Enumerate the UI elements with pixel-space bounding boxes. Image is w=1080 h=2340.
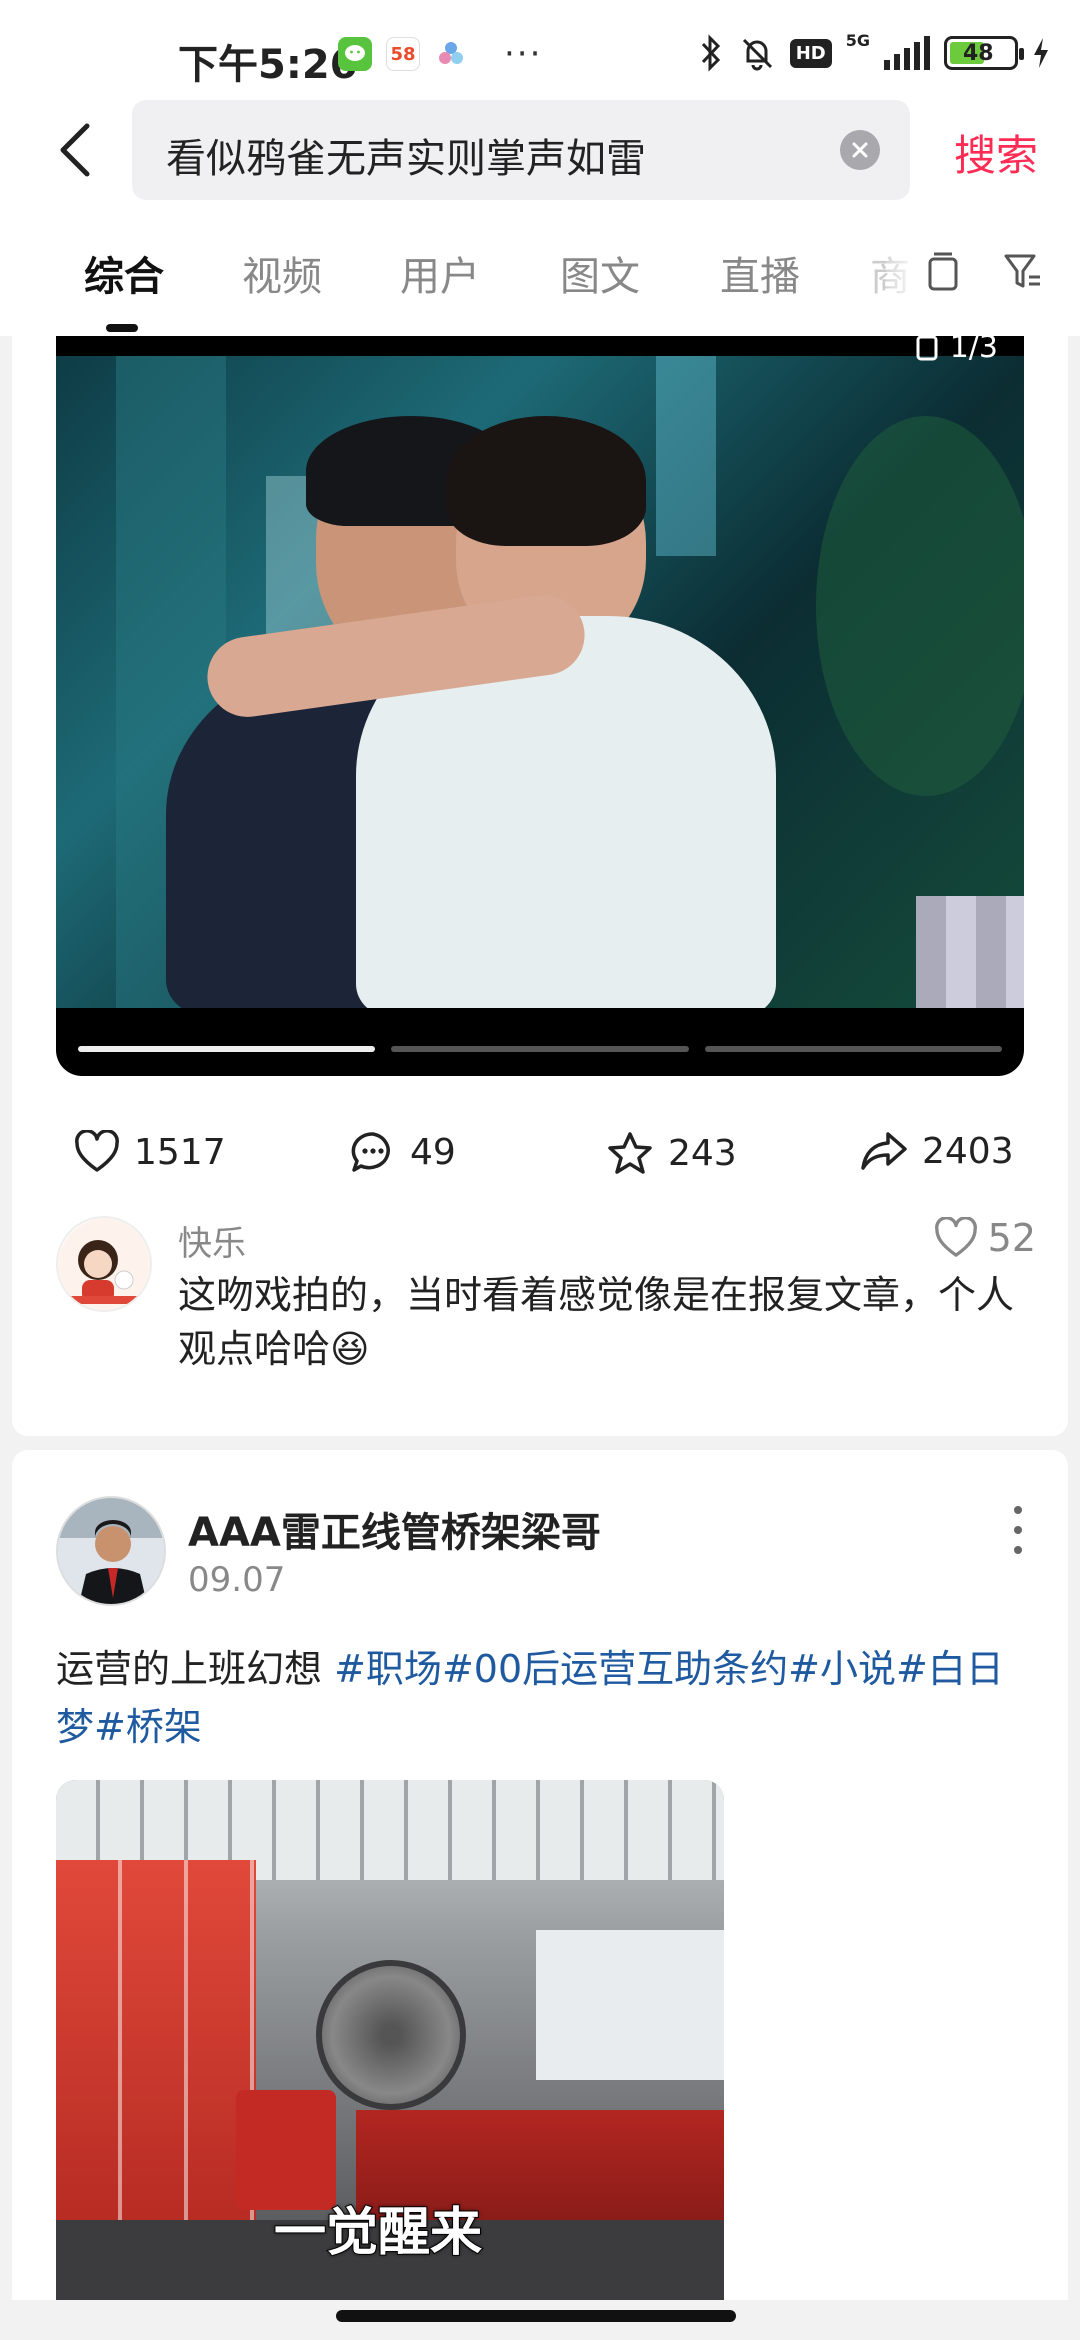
layout-icon [928, 252, 958, 291]
bluetooth-icon [701, 34, 720, 72]
layout-toggle-button[interactable] [918, 246, 968, 296]
comment-count: 49 [410, 1131, 456, 1173]
favorite-count: 243 [668, 1132, 737, 1174]
avatar[interactable] [56, 1496, 166, 1606]
heart-icon [934, 1217, 977, 1257]
post-text: 运营的上班幻想 #职场#00后运营互助条约#小说#白日梦#桥架 [56, 1640, 1036, 1756]
tab-comprehensive[interactable]: 综合 [84, 244, 164, 302]
notification-icons: 58 ··· [338, 34, 542, 74]
battery-icon: 48 [944, 36, 1024, 70]
carousel-segment [704, 1046, 1002, 1052]
heart-icon [75, 1130, 119, 1172]
laughing-emoji: 😆 [330, 1327, 370, 1371]
more-notifications-icon: ··· [504, 34, 543, 74]
filter-button[interactable] [998, 246, 1048, 296]
clear-search-button[interactable] [840, 130, 880, 170]
search-header: 看似鸦雀无声实则掌声如雷 搜索 [0, 100, 1080, 200]
favorite-button[interactable]: 243 [606, 1130, 737, 1176]
more-icon-dot [1014, 1526, 1022, 1534]
post-date: 09.07 [188, 1560, 286, 1600]
search-query-text: 看似鸦雀无声实则掌声如雷 [166, 136, 646, 182]
status-bar: 下午5:26 58 ··· HD 5G 48 [0, 0, 1080, 110]
search-button[interactable]: 搜索 [954, 122, 1038, 183]
more-icon-dot [1014, 1506, 1022, 1514]
more-options-button[interactable] [1008, 1506, 1028, 1554]
back-arrow-icon [60, 123, 90, 177]
share-button[interactable]: 2403 [860, 1130, 1014, 1172]
comment-username[interactable]: 快乐 [178, 1216, 246, 1265]
hashtag[interactable]: #桥架 [94, 1705, 202, 1749]
mute-bell-icon [742, 38, 772, 71]
search-input[interactable]: 看似鸦雀无声实则掌声如雷 [132, 100, 910, 200]
close-icon [852, 142, 868, 158]
hashtag[interactable]: #小说 [788, 1647, 896, 1691]
hashtag[interactable]: #00后运营互助条约 [442, 1647, 788, 1691]
comment-button[interactable]: 49 [350, 1130, 456, 1174]
hd-badge: HD [789, 38, 832, 68]
post-card[interactable]: AAA雷正线管桥架梁哥 09.07 运营的上班幻想 #职场#00后运营互助条约#… [12, 1450, 1068, 2300]
tab-users[interactable]: 用户 [400, 244, 480, 302]
like-count: 1517 [134, 1131, 226, 1173]
charging-icon [1034, 38, 1048, 68]
home-indicator[interactable] [336, 2310, 736, 2322]
carousel-segment [78, 1046, 376, 1052]
battery-level: 48 [963, 40, 994, 66]
video-caption: 一觉醒来 [273, 2202, 483, 2264]
avatar[interactable] [56, 1216, 152, 1312]
post-card[interactable]: 1/3 1517 49 243 2403 快乐 52 这吻戏拍的，当时看着感觉像… [12, 336, 1068, 1436]
more-icon-dot [1014, 1546, 1022, 1554]
tab-video[interactable]: 视频 [242, 244, 322, 302]
comment-body: 这吻戏拍的，当时看着感觉像是在报复文章，个人观点哈哈 [178, 1273, 1015, 1371]
network-type: 5G [845, 31, 870, 50]
carousel-progress [78, 1046, 1002, 1052]
wechat-icon [338, 37, 372, 71]
search-tabs: 综合 视频 用户 图文 直播 商 [0, 200, 1080, 336]
post-photo [56, 356, 1024, 1008]
comment-text: 这吻戏拍的，当时看着感觉像是在报复文章，个人观点哈哈😆 [178, 1268, 1018, 1376]
carousel-segment [391, 1046, 689, 1052]
comment-like-count: 52 [987, 1216, 1036, 1260]
back-button[interactable] [44, 118, 104, 182]
share-icon [861, 1132, 907, 1170]
app-58-icon: 58 [386, 37, 420, 71]
image-counter: 1/3 [949, 336, 998, 365]
gallery-icon [916, 336, 938, 360]
tab-image-text[interactable]: 图文 [560, 244, 640, 302]
status-time: 下午5:26 [178, 42, 358, 88]
post-video-thumbnail[interactable]: 一觉醒来 [56, 1780, 724, 2300]
tab-live[interactable]: 直播 [720, 244, 800, 302]
gesture-bar [0, 2300, 1080, 2340]
comment-icon [351, 1132, 390, 1172]
comment-like-button[interactable]: 52 [934, 1216, 1036, 1260]
like-button[interactable]: 1517 [74, 1130, 226, 1174]
star-icon [608, 1132, 652, 1174]
flower-app-icon [434, 37, 468, 71]
post-image-carousel[interactable]: 1/3 [56, 336, 1024, 1076]
active-tab-indicator [106, 324, 138, 332]
share-count: 2403 [922, 1130, 1014, 1172]
post-body: 运营的上班幻想 [56, 1647, 335, 1691]
signal-icon [884, 36, 930, 70]
hashtag[interactable]: #职场 [334, 1647, 442, 1691]
filter-icon [1004, 254, 1040, 288]
author-name[interactable]: AAA雷正线管桥架梁哥 [188, 1500, 601, 1558]
system-status: HD 5G 48 [698, 31, 1050, 72]
image-counter-badge: 1/3 [916, 336, 998, 365]
post-actions: 1517 49 243 2403 [12, 1116, 1068, 1196]
